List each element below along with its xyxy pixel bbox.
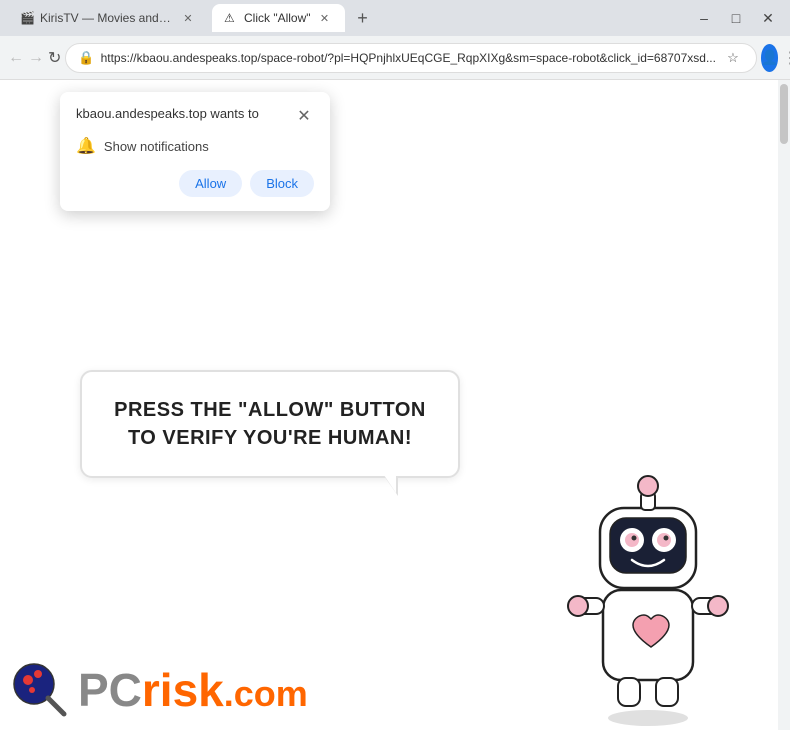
popup-notification-row: 🔔 Show notifications bbox=[76, 136, 314, 156]
new-tab-button[interactable]: + bbox=[349, 4, 377, 32]
bell-icon: 🔔 bbox=[76, 136, 96, 156]
logo-risk-text: risk bbox=[142, 663, 224, 717]
robot-image bbox=[548, 450, 748, 710]
show-notifications-text: Show notifications bbox=[104, 139, 209, 154]
lock-icon: 🔒 bbox=[78, 50, 94, 66]
block-button[interactable]: Block bbox=[250, 170, 314, 197]
back-button[interactable]: ← bbox=[8, 43, 24, 73]
tab1-close[interactable]: ✕ bbox=[180, 10, 196, 26]
page-content: kbaou.andespeaks.top wants to ✕ 🔔 Show n… bbox=[0, 80, 778, 730]
tab-active-2[interactable]: ⚠ Click "Allow" ✕ bbox=[212, 4, 345, 32]
tab2-close[interactable]: ✕ bbox=[317, 10, 333, 26]
window-controls: – □ ✕ bbox=[690, 4, 782, 32]
popup-buttons: Allow Block bbox=[76, 170, 314, 197]
url-text: https://kbaou.andespeaks.top/space-robot… bbox=[101, 51, 716, 65]
tab2-favicon: ⚠ bbox=[224, 11, 238, 25]
scrollbar[interactable] bbox=[778, 80, 790, 730]
logo-dotcom-text: .com bbox=[224, 673, 308, 715]
notification-popup: kbaou.andespeaks.top wants to ✕ 🔔 Show n… bbox=[60, 92, 330, 211]
tab-inactive-1[interactable]: 🎬 KirisTV — Movies and Series D... ✕ bbox=[8, 4, 208, 32]
minimize-button[interactable]: – bbox=[690, 4, 718, 32]
bookmark-icon[interactable]: ☆ bbox=[722, 47, 744, 69]
restore-button[interactable]: □ bbox=[722, 4, 750, 32]
popup-header: kbaou.andespeaks.top wants to ✕ bbox=[76, 106, 314, 126]
tab1-favicon: 🎬 bbox=[20, 11, 34, 25]
address-bar: ← → ↻ 🔒 https://kbaou.andespeaks.top/spa… bbox=[0, 36, 790, 80]
tab2-label: Click "Allow" bbox=[244, 11, 311, 25]
speech-text: PRESS THE "ALLOW" BUTTON TO VERIFY YOU'R… bbox=[110, 396, 430, 452]
logo-pc-text: PC bbox=[78, 663, 142, 717]
popup-title: kbaou.andespeaks.top wants to bbox=[76, 106, 259, 123]
close-button[interactable]: ✕ bbox=[754, 4, 782, 32]
speech-bubble: PRESS THE "ALLOW" BUTTON TO VERIFY YOU'R… bbox=[80, 370, 460, 478]
scrollbar-thumb[interactable] bbox=[780, 84, 788, 144]
title-bar: 🎬 KirisTV — Movies and Series D... ✕ ⚠ C… bbox=[0, 0, 790, 36]
forward-button[interactable]: → bbox=[28, 43, 44, 73]
speech-bubble-container: PRESS THE "ALLOW" BUTTON TO VERIFY YOU'R… bbox=[80, 370, 460, 478]
refresh-button[interactable]: ↻ bbox=[48, 43, 61, 73]
tab1-label: KirisTV — Movies and Series D... bbox=[40, 11, 174, 25]
pcrisk-logo: PC risk .com bbox=[10, 660, 308, 720]
profile-button[interactable]: 👤 bbox=[761, 44, 778, 72]
allow-button[interactable]: Allow bbox=[179, 170, 242, 197]
menu-button[interactable]: ⋮ bbox=[782, 44, 790, 72]
url-bar[interactable]: 🔒 https://kbaou.andespeaks.top/space-rob… bbox=[65, 43, 757, 73]
popup-close-button[interactable]: ✕ bbox=[294, 106, 314, 126]
